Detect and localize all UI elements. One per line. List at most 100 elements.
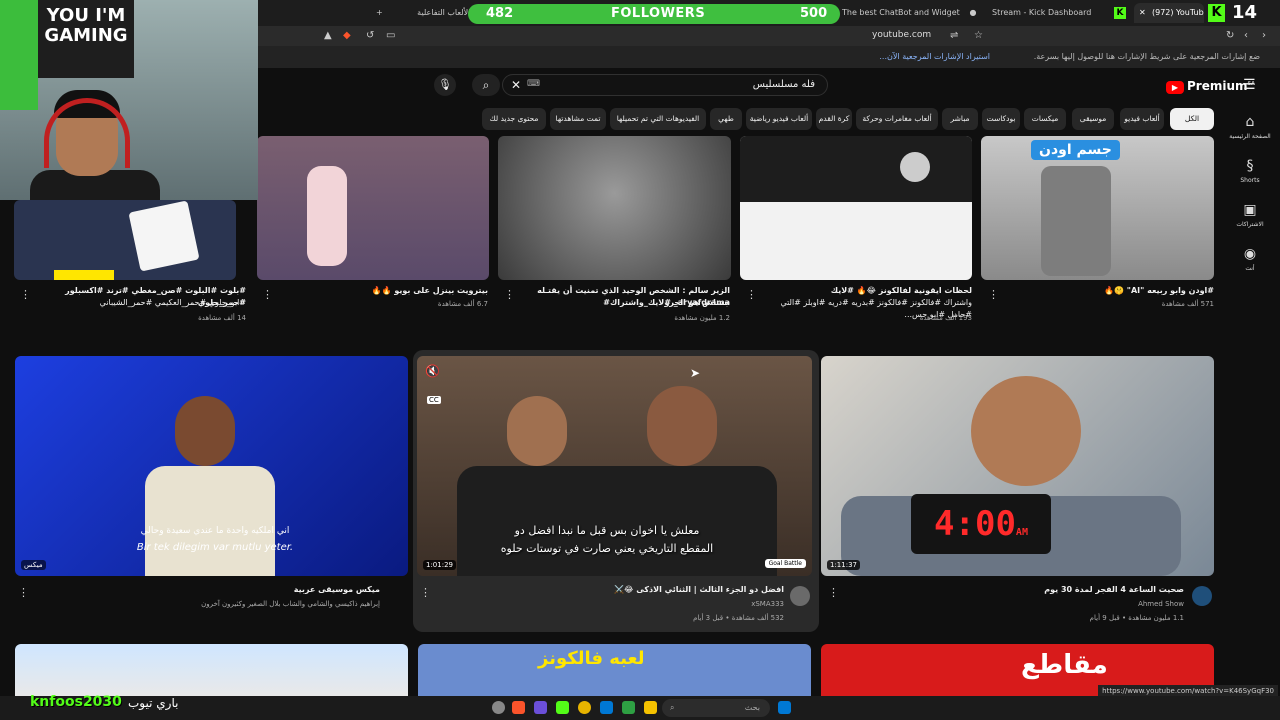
sidebar-label: Shorts	[1240, 177, 1260, 184]
tab-kick-dashboard[interactable]: Stream - Kick Dashboard	[992, 3, 1096, 23]
chip-podcasts[interactable]: بودكاست	[982, 108, 1020, 130]
home-icon: ⌂	[1245, 114, 1255, 130]
captions-icon[interactable]: CC	[427, 396, 441, 404]
kick-icon[interactable]	[556, 701, 569, 714]
video-title-line2[interactable]: aryafdrama_ #لايك_واشتراك#	[516, 297, 730, 309]
chip-all[interactable]: الكل	[1170, 108, 1214, 130]
app-icon[interactable]	[492, 701, 505, 714]
more-options-icon[interactable]: ⋮	[20, 288, 31, 301]
tab-youtube[interactable]: ✕ (972) YouTube	[1134, 3, 1204, 23]
sidebar-item-you[interactable]: ◉ أنت	[1228, 246, 1272, 272]
chip-mixes[interactable]: ميكسات	[1024, 108, 1066, 130]
video-thumbnail[interactable]: 4:00AM 1:11:37	[821, 356, 1214, 576]
chip-football[interactable]: كرة القدم	[816, 108, 852, 130]
tab-chatbot[interactable]: The best ChatBot and Widgets for Ki	[842, 3, 960, 23]
alarm-clock: 4:00AM	[911, 494, 1051, 554]
more-options-icon[interactable]: ⋮	[420, 586, 431, 599]
chip-cooking[interactable]: طهي	[710, 108, 742, 130]
sidebar-item-subscriptions[interactable]: ▣ الاشتراكات	[1228, 202, 1272, 228]
app-icon[interactable]	[534, 701, 547, 714]
import-bookmarks-link[interactable]: استيراد الإشارات المرجعية الآن...	[879, 52, 990, 61]
youtube-logo[interactable]: ▶ PremiumSA	[1166, 79, 1255, 94]
windows-start-icon[interactable]	[778, 701, 791, 714]
mic-icon[interactable]: 🎙	[434, 74, 456, 96]
more-options-icon[interactable]: ⋮	[504, 288, 515, 301]
chip-music[interactable]: موسيقى	[1072, 108, 1114, 130]
chip-live[interactable]: مباشر	[942, 108, 978, 130]
chip-sports-games[interactable]: ألعاب فيديو رياضية	[746, 108, 812, 130]
forward-icon[interactable]: ›	[1262, 30, 1266, 41]
extension-icon[interactable]: ▲	[324, 30, 332, 41]
video-duration: 1:01:29	[423, 560, 456, 570]
taskbar-search-input[interactable]: بحث ⌕	[662, 699, 770, 717]
channel-avatar[interactable]	[1192, 586, 1212, 606]
caption-line-1: اني املكيه واحدة ما عندي سعيدة وحالي	[140, 526, 290, 536]
thumbnail-singer	[175, 396, 235, 466]
channel-brand-text: باري تيوب	[128, 696, 179, 710]
video-player-preview[interactable]: 🔇 CC معلش يا اخوان بس قبل ما نبدا افضل د…	[417, 356, 812, 576]
video-thumbnail[interactable]: جسم اودن	[981, 136, 1214, 280]
xbox-icon[interactable]	[622, 701, 635, 714]
windows-store-icon[interactable]	[600, 701, 613, 714]
video-title[interactable]: صحيت الساعة 4 الفجر لمدة 30 يوم	[900, 584, 1184, 596]
search-icon: ⌕	[670, 703, 675, 712]
goal-battle-badge: Goal Battle	[764, 559, 806, 568]
mute-icon[interactable]: 🔇	[425, 364, 440, 378]
search-input[interactable]: ✕ ⌨ فله مسلسليس	[502, 74, 828, 96]
sidebar-item-shorts[interactable]: § Shorts	[1228, 158, 1272, 184]
sidebar-item-home[interactable]: ⌂ الصفحة الرئيسية	[1228, 114, 1272, 140]
video-title[interactable]: ميكس موسيقى عربية	[36, 584, 380, 596]
channel-name[interactable]: Ahmed Show	[900, 600, 1184, 608]
keyboard-icon[interactable]: ⌨	[527, 79, 540, 89]
video-thumbnail[interactable]: اني املكيه واحدة ما عندي سعيدة وحالي Bir…	[15, 356, 408, 576]
channel-avatar[interactable]	[790, 586, 810, 606]
video-title[interactable]: بيترويت بينزل على بويو 🔥🔥	[274, 285, 488, 297]
back-icon[interactable]: ‹	[1244, 30, 1248, 41]
chip-video-games[interactable]: ألعاب فيديو	[1120, 108, 1164, 130]
thumbnail-person-left	[507, 396, 567, 466]
new-tab-button[interactable]: +	[376, 3, 390, 23]
file-explorer-icon[interactable]	[644, 701, 657, 714]
chrome-icon[interactable]	[578, 701, 591, 714]
video-title-line2[interactable]: #ابو_جلوي #حمر_العكيمي #حمر_الشيباني	[32, 297, 246, 309]
thumbnail-bar	[54, 270, 114, 280]
video-thumbnail[interactable]	[257, 136, 489, 280]
search-icon[interactable]: ⌕	[472, 74, 500, 96]
more-options-icon[interactable]: ⋮	[18, 586, 29, 599]
menu-icon[interactable]: ☰	[1243, 77, 1256, 93]
share-icon[interactable]: ↺	[366, 30, 374, 41]
streamer-name: knfoos2030	[30, 694, 122, 710]
video-thumbnail[interactable]	[14, 200, 236, 280]
thumbnail-cards	[128, 200, 200, 272]
channel-name[interactable]: xSMA333	[440, 600, 784, 608]
clock-time: 4:00	[934, 504, 1016, 544]
chip-recently-uploaded[interactable]: الفيديوهات التي تم تحميلها مؤخرًا	[610, 108, 706, 145]
reload-icon[interactable]: ↻	[1226, 30, 1234, 41]
bookmark-icon[interactable]: ☆	[974, 30, 983, 41]
chip-action-adventure[interactable]: ألعاب مغامرات وحركة	[856, 108, 938, 130]
video-thumbnail[interactable]	[15, 644, 408, 696]
more-options-icon[interactable]: ⋮	[988, 288, 999, 301]
shorts-icon: §	[1246, 158, 1254, 174]
screenshot-icon[interactable]: ▭	[386, 30, 395, 41]
video-title[interactable]: لحظات ايقونية لفالكونز 😂🔥 #لايك	[758, 285, 972, 297]
video-thumbnail[interactable]	[740, 136, 972, 280]
video-thumbnail[interactable]	[498, 136, 731, 280]
brave-icon[interactable]	[512, 701, 525, 714]
url-field[interactable]: youtube.com	[872, 30, 931, 40]
chip-watched[interactable]: تمت مشاهدتها	[550, 108, 606, 130]
more-options-icon[interactable]: ⋮	[828, 586, 839, 599]
chip-new-to-you[interactable]: محتوى جديد لك	[482, 108, 546, 130]
site-settings-icon[interactable]: ⇌	[950, 30, 958, 41]
video-title[interactable]: افضل دو الجزء الثالث | الثنائي الاذكى 😂⚔…	[440, 584, 784, 596]
followers-label: FOLLOWERS	[611, 6, 706, 21]
streamer-webcam: YOU I'M GAMING	[0, 0, 258, 200]
video-thumbnail[interactable]: لعبه فالكونز	[418, 644, 811, 696]
clear-search-icon[interactable]: ✕	[511, 78, 521, 92]
youtube-play-icon: ▶	[1166, 81, 1184, 94]
more-options-icon[interactable]: ⋮	[262, 288, 273, 301]
brave-shield-icon[interactable]: ◆	[343, 30, 351, 41]
more-options-icon[interactable]: ⋮	[746, 288, 757, 301]
video-title[interactable]: #اودن وابو ربيعه "AI" 🤫🔥	[1000, 285, 1214, 297]
close-icon[interactable]: ✕	[1139, 3, 1146, 23]
